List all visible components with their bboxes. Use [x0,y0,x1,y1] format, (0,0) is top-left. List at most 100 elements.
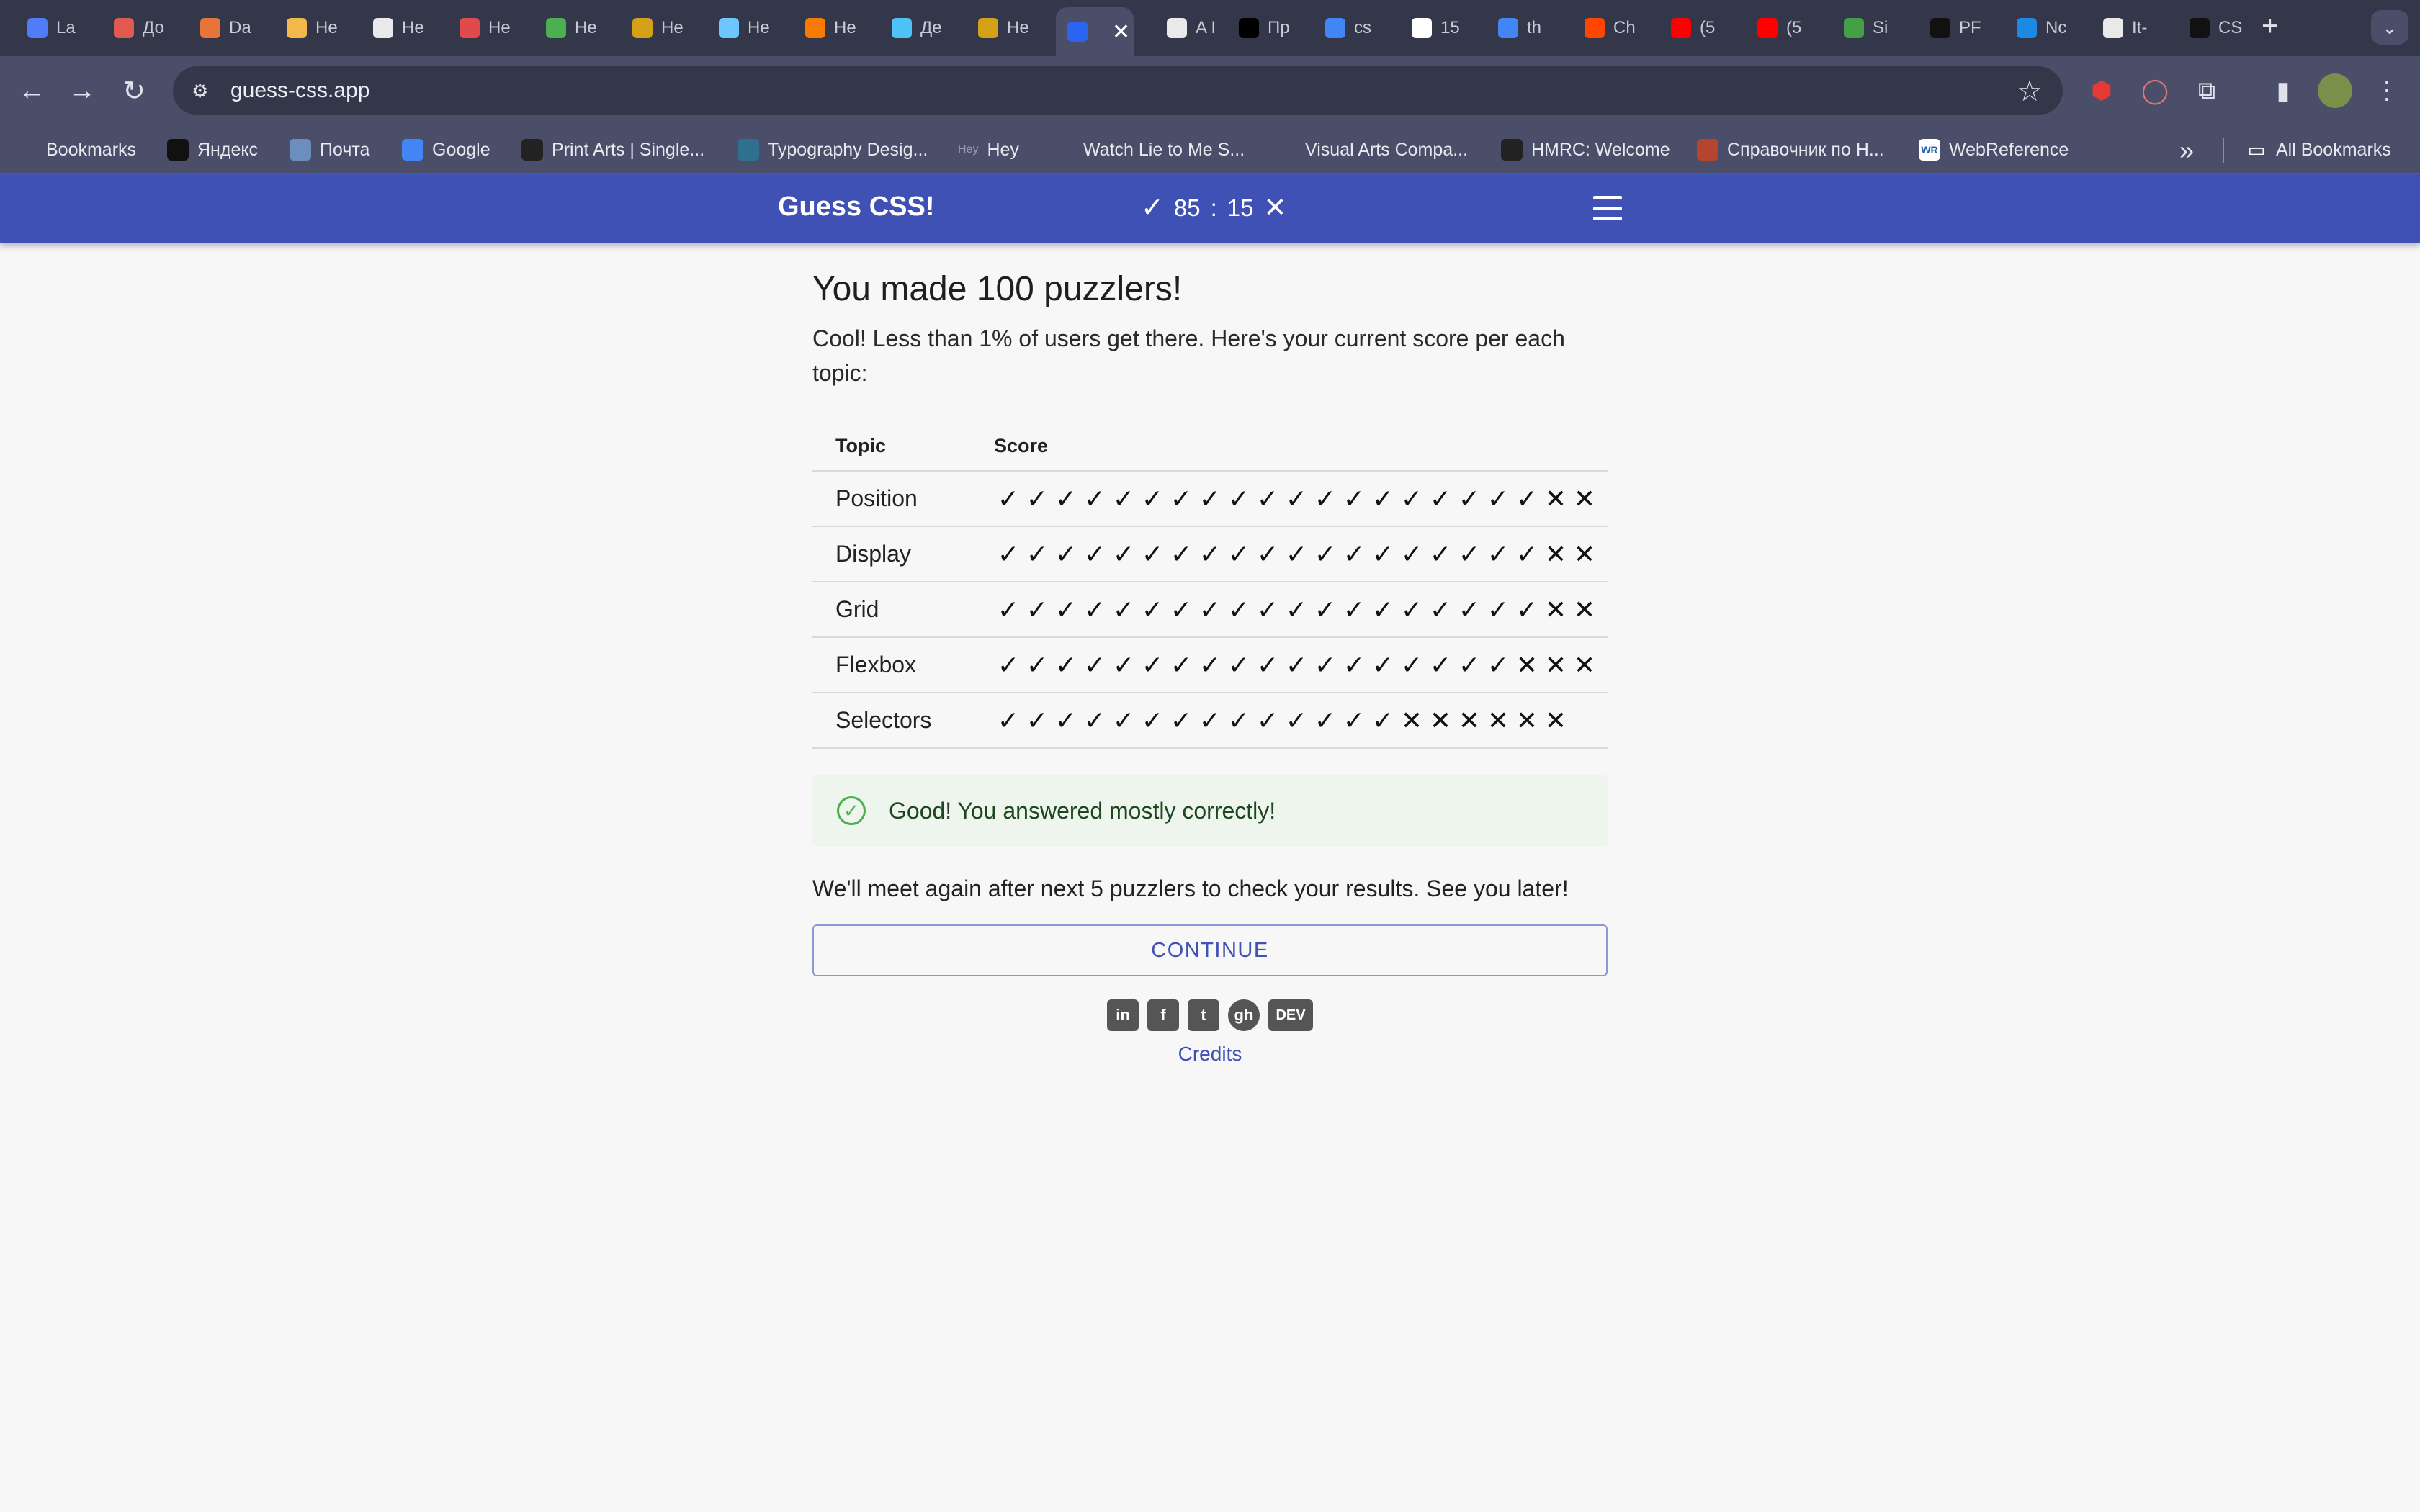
bookmark-favicon-icon [16,139,37,161]
page-title: You made 100 puzzlers! [812,270,1183,308]
browser-tab-active[interactable]: ✕ [1056,7,1134,56]
bookmark-item[interactable]: Bookmarks [16,137,136,163]
bookmark-item[interactable]: Яндекс [167,137,258,163]
tab-favicon-icon [1671,18,1691,38]
bookmark-item[interactable]: Typography Desig... [738,137,928,163]
credits-link[interactable]: Credits [812,1043,1608,1066]
check-icon: ✓ [997,539,1020,569]
github-icon[interactable]: gh [1228,999,1260,1031]
browser-tab[interactable]: CS [2190,9,2260,48]
tab-label: PF [1959,18,1981,37]
check-icon: ✓ [1141,649,1164,680]
address-bar[interactable]: ⚙ guess-css.app ☆ [173,66,2063,115]
more-bookmarks-chevron-icon[interactable]: » [2179,135,2194,166]
browser-tab[interactable]: th [1498,9,1569,48]
browser-tab[interactable]: (5 [1757,9,1828,48]
browser-tab[interactable]: cs [1325,9,1396,48]
bookmark-item[interactable]: Почта [290,137,369,163]
bookmark-star-icon[interactable]: ☆ [2017,75,2043,108]
browser-tab[interactable]: Da [200,9,271,48]
facebook-icon[interactable]: f [1147,999,1179,1031]
twitter-icon[interactable]: t [1188,999,1219,1031]
table-row: Display ✓ ✓ ✓ ✓ ✓ ✓ ✓ ✓ ✓ ✓ ✓ ✓ ✓ ✓ ✓ ✓ ✓ ✓ ✓ ✕ ✕ [812,526,1608,582]
dev-icon[interactable]: DEV [1268,999,1313,1031]
browser-tab[interactable]: Де [892,9,962,48]
browser-tab[interactable]: A I [1167,9,1237,48]
extension-circle-icon[interactable]: ◯ [2138,73,2172,108]
browser-tab[interactable]: PF [1930,9,2001,48]
bookmark-item[interactable]: Hey Hey [958,137,1019,163]
browser-tab[interactable]: It- [2103,9,2174,48]
bookmark-item[interactable]: Справочник по Н... [1697,137,1884,163]
browser-tab[interactable]: Ch [1585,9,1655,48]
side-panel-icon[interactable]: ▮ [2266,73,2300,108]
bookmark-item[interactable]: Watch Lie to Me S... [1053,137,1245,163]
bookmark-item[interactable]: HMRC: Welcome [1501,137,1670,163]
close-tab-icon[interactable]: ✕ [1112,19,1130,45]
tab-label: He [1007,18,1029,37]
bookmark-label: Watch Lie to Me S... [1083,139,1245,160]
check-icon: ✓ [1170,539,1193,569]
tab-favicon-icon [114,18,134,38]
bookmark-label: Print Arts | Single... [552,139,705,160]
tab-label: Si [1873,18,1888,37]
check-icon: ✓ [1515,594,1538,624]
browser-tab[interactable]: Пр [1239,9,1309,48]
browser-menu-icon[interactable]: ⋮ [2370,73,2404,108]
tab-favicon-icon [1239,18,1259,38]
check-icon: ✓ [1487,594,1510,624]
browser-tab[interactable]: La [27,9,98,48]
check-icon: ✓ [1256,539,1279,569]
new-tab-plus-icon[interactable]: + [2262,10,2278,42]
check-icon: ✓ [997,594,1020,624]
extensions-puzzle-icon[interactable]: ⧉ [2190,73,2224,108]
browser-tab[interactable]: He [805,9,876,48]
browser-tab[interactable]: He [719,9,789,48]
tab-label: CS [2218,18,2243,37]
check-icon: ✓ [1400,594,1423,624]
browser-tab[interactable]: He [287,9,357,48]
tab-favicon-icon [2103,18,2123,38]
cross-icon: ✕ [1544,483,1567,513]
back-arrow-icon[interactable]: ← [12,71,52,111]
reload-icon[interactable]: ↻ [114,71,154,111]
tab-favicon-icon [287,18,307,38]
browser-tab[interactable]: He [546,9,617,48]
tab-favicon-icon [1585,18,1605,38]
app-title[interactable]: Guess CSS! [778,192,935,222]
browser-tab[interactable]: Si [1844,9,1914,48]
browser-tab[interactable]: He [978,9,1049,48]
bookmark-item[interactable]: Visual Arts Compa... [1275,137,1468,163]
check-icon: ✓ [1026,483,1049,513]
browser-tab[interactable]: (5 [1671,9,1742,48]
bookmark-label: Visual Arts Compa... [1305,139,1469,160]
bookmark-item[interactable]: WR WebReference [1919,137,2069,163]
browser-tab[interactable]: 15 [1412,9,1482,48]
topic-name: Position [812,471,994,527]
browser-tab[interactable]: He [460,9,530,48]
bookmark-item[interactable]: Google [402,137,490,163]
check-icon: ✓ [1227,594,1250,624]
extension-shield-icon[interactable]: ⬢ [2084,73,2119,108]
forward-arrow-icon[interactable]: → [62,71,102,111]
linkedin-icon[interactable]: in [1107,999,1139,1031]
browser-tab[interactable]: Nc [2017,9,2087,48]
tab-label: 15 [1440,18,1460,37]
site-settings-icon[interactable]: ⚙ [192,80,216,102]
tab-favicon-icon [805,18,825,38]
profile-avatar[interactable] [2318,73,2352,108]
hamburger-menu-icon[interactable] [1593,196,1622,220]
cross-icon: ✕ [1544,705,1567,735]
all-bookmarks-button[interactable]: ▭ All Bookmarks [2246,137,2391,163]
check-icon: ✓ [1026,705,1049,735]
continue-button[interactable]: CONTINUE [812,924,1608,976]
bookmark-label: Яндекс [197,139,259,160]
topic-name: Selectors [812,693,994,749]
bookmark-item[interactable]: Print Arts | Single... [521,137,704,163]
tab-search-chevron-icon[interactable]: ⌄ [2371,10,2408,45]
check-icon: ✓ [1141,193,1164,223]
browser-tab[interactable]: He [373,9,444,48]
browser-tab[interactable]: He [632,9,703,48]
cross-icon: ✕ [1573,483,1596,513]
browser-tab[interactable]: До [114,9,184,48]
